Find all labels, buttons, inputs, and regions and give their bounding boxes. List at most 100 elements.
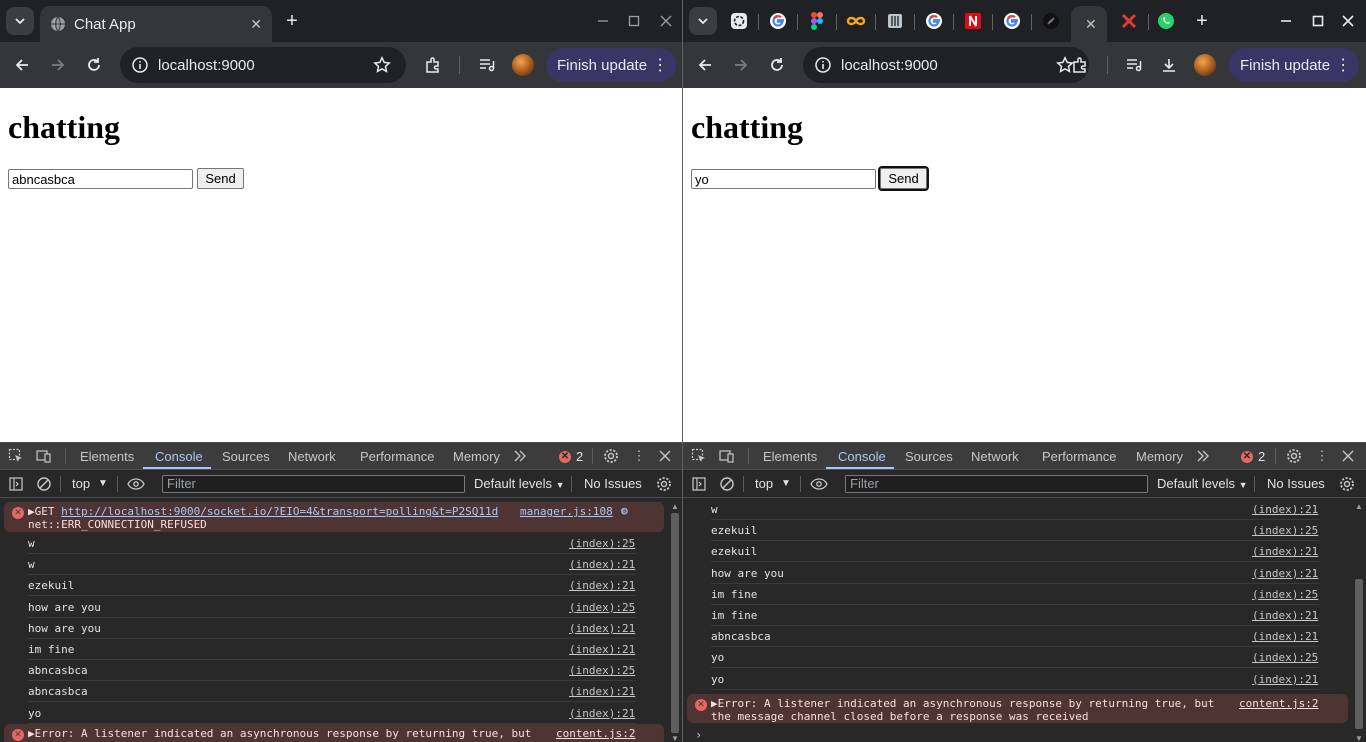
chatgpt-icon[interactable] [729,11,749,31]
log-levels-dropdown[interactable]: Default levels ▼ [1157,476,1248,491]
site-info-icon[interactable] [813,55,833,75]
minimize-icon[interactable] [1275,10,1297,32]
settings-gear-icon[interactable] [602,447,620,465]
console-error-row[interactable]: ✕ ▶Error: A listener indicated an asynch… [4,724,664,742]
site-info-icon[interactable] [130,55,150,75]
console-scrollbar[interactable]: ▲ ▼ [1352,499,1366,742]
whatsapp-icon[interactable] [1156,11,1176,31]
error-source-link[interactable]: content.js:2 [556,727,635,740]
console-filter-input[interactable]: Filter [845,475,1148,493]
devtools-menu-icon[interactable]: ⋮ [630,447,648,465]
more-tabs-icon[interactable] [1194,447,1212,465]
tab-sources[interactable]: Sources [222,449,270,464]
tab-performance[interactable]: Performance [1042,449,1116,464]
tab-elements[interactable]: Elements [80,449,134,464]
log-source-link[interactable]: (index):21 [569,685,635,698]
log-source-link[interactable]: (index):21 [1252,673,1318,686]
close-tab-icon[interactable]: ✕ [1085,16,1097,33]
send-button[interactable]: Send [878,166,929,191]
error-source-link[interactable]: content.js:2 [1239,697,1318,710]
google-icon[interactable] [768,11,788,31]
context-selector[interactable]: top [755,476,773,491]
forward-icon[interactable] [729,53,753,77]
console-filter-input[interactable]: Filter [162,475,465,493]
profile-avatar[interactable] [512,54,534,76]
scrollbar-thumb[interactable] [671,513,679,733]
more-tabs-icon[interactable] [511,447,529,465]
netflix-icon[interactable] [963,11,983,31]
tab-memory[interactable]: Memory [1136,449,1183,464]
tab-search-button[interactable] [689,7,717,35]
minimize-icon[interactable] [592,10,614,32]
download-icon[interactable] [1157,53,1181,77]
console-prompt-icon[interactable]: › [695,728,702,742]
error-count-badge[interactable]: ✕ 2 [1241,449,1265,464]
console-error-row[interactable]: ✕ ▶Error: A listener indicated an asynch… [687,694,1348,723]
x-close-red-icon[interactable] [1119,11,1139,31]
context-selector[interactable]: top [72,476,90,491]
console-scrollbar[interactable]: ▲ ▼ [668,499,682,742]
scrollbar-thumb[interactable] [1355,579,1363,729]
log-source-link[interactable]: (index):21 [1252,630,1318,643]
devtools-menu-icon[interactable]: ⋮ [1313,447,1331,465]
send-button[interactable]: Send [197,168,244,189]
google-icon[interactable] [924,11,944,31]
extensions-icon[interactable] [421,53,445,77]
close-window-icon[interactable] [655,10,677,32]
compass-icon[interactable] [1041,11,1061,31]
console-error-row[interactable]: ✕ ▶GET http://localhost:9000/socket.io/?… [4,502,664,532]
finish-update-button[interactable]: Finish update ⋮ [1229,48,1359,82]
log-source-link[interactable]: (index):25 [569,537,635,550]
clear-console-icon[interactable] [718,475,736,493]
profile-avatar[interactable] [1194,54,1216,76]
extensions-icon[interactable] [1068,53,1092,77]
tab-network[interactable]: Network [288,449,336,464]
infinity-icon[interactable] [846,11,866,31]
inspect-element-icon[interactable] [690,447,708,465]
log-source-link[interactable]: (index):21 [569,622,635,635]
finish-update-button[interactable]: Finish update ⋮ [546,48,676,82]
inspect-element-icon[interactable] [7,447,25,465]
log-source-link[interactable]: (index):21 [569,579,635,592]
log-source-link[interactable]: (index):21 [1252,503,1318,516]
library-icon[interactable] [885,11,905,31]
forward-icon[interactable] [46,53,70,77]
log-source-link[interactable]: (index):21 [1252,545,1318,558]
tab-active-small[interactable]: ✕ [1071,6,1107,42]
back-icon[interactable] [10,53,34,77]
new-tab-button[interactable]: + [281,10,303,32]
log-source-link[interactable]: (index):25 [1252,588,1318,601]
issues-counter[interactable]: No Issues [584,476,642,491]
close-devtools-icon[interactable] [1339,447,1357,465]
tab-console[interactable]: Console [838,449,886,464]
google-icon[interactable] [1002,11,1022,31]
close-devtools-icon[interactable] [656,447,674,465]
console-settings-gear-icon[interactable] [1338,475,1356,493]
reload-icon[interactable] [82,53,106,77]
log-source-link[interactable]: (index):21 [1252,567,1318,580]
log-source-link[interactable]: (index):21 [569,558,635,571]
tab-elements[interactable]: Elements [763,449,817,464]
media-controls-icon[interactable] [1122,53,1146,77]
log-source-link[interactable]: (index):25 [569,664,635,677]
log-levels-dropdown[interactable]: Default levels ▼ [474,476,565,491]
eye-icon[interactable] [810,475,828,493]
device-toolbar-icon[interactable] [718,447,736,465]
close-window-icon[interactable] [1337,10,1359,32]
clear-console-icon[interactable] [35,475,53,493]
network-icon[interactable]: ◍ [621,504,628,517]
settings-gear-icon[interactable] [1285,447,1303,465]
log-source-link[interactable]: (index):21 [1252,609,1318,622]
message-input[interactable]: yo [691,169,876,189]
address-bar[interactable]: localhost:9000 [120,47,406,83]
sidebar-toggle-icon[interactable] [7,475,25,493]
message-input[interactable]: abncasbca [8,169,193,189]
media-controls-icon[interactable] [475,53,499,77]
tab-chat-app[interactable]: Chat App ✕ [40,6,272,42]
console-settings-gear-icon[interactable] [655,475,673,493]
maximize-icon[interactable] [1307,10,1329,32]
log-source-link[interactable]: (index):25 [1252,651,1318,664]
issues-counter[interactable]: No Issues [1267,476,1325,491]
address-bar[interactable]: localhost:9000 [803,47,1089,83]
error-count-badge[interactable]: ✕ 2 [559,449,583,464]
